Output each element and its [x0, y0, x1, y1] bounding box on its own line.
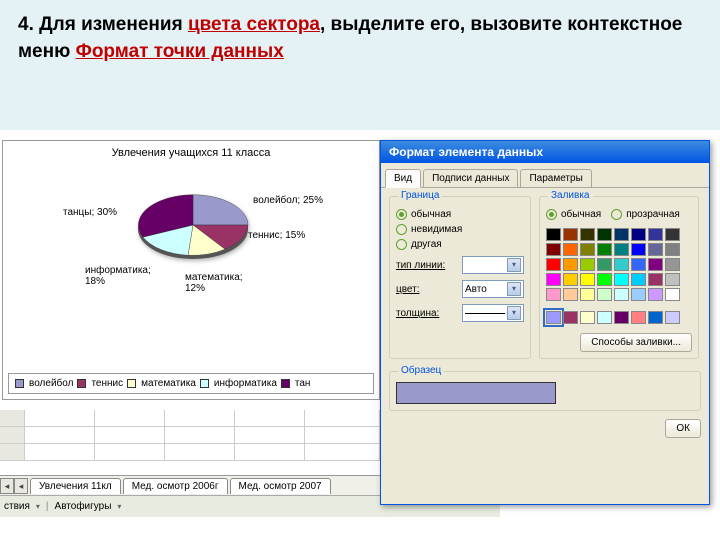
- palette-color[interactable]: [546, 228, 561, 241]
- palette-color[interactable]: [665, 258, 680, 271]
- dialog-tabs: Вид Подписи данных Параметры: [381, 163, 709, 188]
- palette-color[interactable]: [563, 258, 578, 271]
- thickness-combo[interactable]: ▾: [462, 304, 524, 322]
- palette-color[interactable]: [631, 311, 646, 324]
- tab-view[interactable]: Вид: [385, 169, 421, 188]
- autoshapes-menu[interactable]: Автофигуры: [55, 501, 112, 512]
- data-label-tennis: теннис; 15%: [248, 230, 305, 241]
- color-palette-2: [546, 311, 692, 324]
- fill-radio-transparent[interactable]: прозрачная: [611, 209, 680, 220]
- palette-color[interactable]: [546, 273, 561, 286]
- palette-color[interactable]: [580, 273, 595, 286]
- pie-graphic[interactable]: [133, 185, 253, 265]
- palette-color[interactable]: [648, 311, 663, 324]
- palette-color[interactable]: [580, 311, 595, 324]
- instruction-text: 4. Для изменения цвета сектора, выделите…: [0, 0, 720, 73]
- palette-color[interactable]: [665, 288, 680, 301]
- line-type-combo[interactable]: ▾: [462, 256, 524, 274]
- fill-methods-button[interactable]: Способы заливки...: [580, 333, 692, 352]
- palette-color[interactable]: [648, 243, 663, 256]
- sample-preview: [396, 382, 556, 404]
- palette-color[interactable]: [597, 243, 612, 256]
- palette-color[interactable]: [597, 288, 612, 301]
- spreadsheet-grid[interactable]: [0, 410, 382, 461]
- data-label-informatics: информатика;18%: [85, 265, 151, 287]
- palette-color[interactable]: [648, 273, 663, 286]
- palette-color[interactable]: [546, 258, 561, 271]
- border-radio-normal[interactable]: обычная: [396, 209, 524, 220]
- palette-color[interactable]: [648, 228, 663, 241]
- palette-color[interactable]: [580, 243, 595, 256]
- palette-color[interactable]: [580, 288, 595, 301]
- dialog-title: Формат элемента данных: [381, 141, 709, 163]
- palette-color[interactable]: [631, 288, 646, 301]
- chart-title: Увлечения учащихся 11 класса: [3, 141, 379, 165]
- palette-color[interactable]: [631, 243, 646, 256]
- pie-chart[interactable]: Увлечения учащихся 11 класса волейбол; 2…: [2, 140, 380, 400]
- border-radio-invisible[interactable]: невидимая: [396, 224, 524, 235]
- palette-color[interactable]: [631, 258, 646, 271]
- palette-color[interactable]: [614, 288, 629, 301]
- tab-data-labels[interactable]: Подписи данных: [423, 169, 518, 187]
- palette-color[interactable]: [597, 228, 612, 241]
- palette-color[interactable]: [614, 311, 629, 324]
- data-label-math: математика;12%: [185, 272, 243, 294]
- palette-color[interactable]: [648, 288, 663, 301]
- border-group: Граница обычная невидимая другая тип лин…: [389, 196, 531, 359]
- palette-color[interactable]: [631, 228, 646, 241]
- palette-color[interactable]: [665, 273, 680, 286]
- ok-button[interactable]: ОК: [665, 419, 701, 438]
- data-label-volleyball: волейбол; 25%: [253, 195, 323, 206]
- tab-nav-first[interactable]: ◂: [0, 478, 14, 494]
- format-data-point-dialog: Формат элемента данных Вид Подписи данны…: [380, 140, 710, 505]
- sheet-tab-2[interactable]: Мед. осмотр 2006г: [123, 478, 228, 494]
- palette-color[interactable]: [614, 273, 629, 286]
- sample-group: Образец: [389, 371, 701, 411]
- palette-color[interactable]: [665, 243, 680, 256]
- chart-legend: волейбол теннис математика информатика т…: [8, 373, 374, 394]
- palette-color[interactable]: [648, 258, 663, 271]
- palette-color[interactable]: [597, 311, 612, 324]
- palette-color[interactable]: [597, 273, 612, 286]
- palette-color[interactable]: [563, 243, 578, 256]
- palette-color[interactable]: [631, 273, 646, 286]
- palette-color[interactable]: [597, 258, 612, 271]
- palette-color[interactable]: [580, 228, 595, 241]
- palette-color[interactable]: [614, 258, 629, 271]
- fill-group: Заливка обычная прозрачная Способы залив…: [539, 196, 699, 359]
- palette-color[interactable]: [563, 228, 578, 241]
- data-label-dance: танцы; 30%: [63, 207, 117, 218]
- palette-color[interactable]: [580, 258, 595, 271]
- palette-color[interactable]: [546, 288, 561, 301]
- palette-color[interactable]: [546, 311, 561, 324]
- border-radio-other[interactable]: другая: [396, 239, 524, 250]
- color-palette: [546, 228, 692, 301]
- palette-color[interactable]: [665, 228, 680, 241]
- palette-color[interactable]: [563, 288, 578, 301]
- palette-color[interactable]: [614, 228, 629, 241]
- tab-nav-prev[interactable]: ◂: [14, 478, 28, 494]
- palette-color[interactable]: [563, 311, 578, 324]
- actions-menu[interactable]: ствия: [4, 501, 30, 512]
- palette-color[interactable]: [563, 273, 578, 286]
- tab-parameters[interactable]: Параметры: [520, 169, 591, 187]
- palette-color[interactable]: [614, 243, 629, 256]
- color-combo[interactable]: Авто▾: [462, 280, 524, 298]
- fill-radio-normal[interactable]: обычная: [546, 209, 601, 220]
- palette-color[interactable]: [665, 311, 680, 324]
- sheet-tab-3[interactable]: Мед. осмотр 2007: [230, 478, 331, 494]
- sheet-tab-1[interactable]: Увлечения 11кл: [30, 478, 121, 494]
- palette-color[interactable]: [546, 243, 561, 256]
